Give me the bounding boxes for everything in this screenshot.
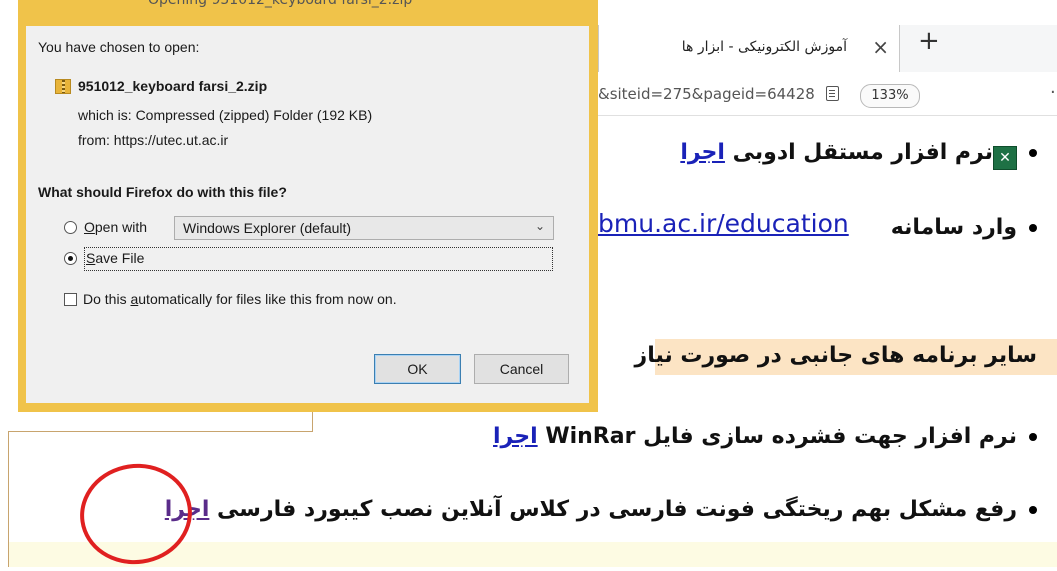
line2-text: وارد سامانه — [890, 215, 1017, 240]
bullet-icon — [1029, 224, 1037, 232]
open-with-select[interactable]: Windows Explorer (default) ⌄ — [174, 216, 554, 240]
app-icon: ✕ — [993, 146, 1017, 170]
divider — [8, 431, 313, 432]
browser-tab[interactable]: آموزش الکترونیکی - ابزار ها × — [598, 25, 900, 72]
open-with-radio[interactable] — [64, 221, 77, 234]
save-file-label[interactable]: Save File — [86, 250, 144, 266]
line3-text: نرم افزار جهت فشرده سازی فایل WinRar — [545, 424, 1017, 449]
zoom-level-badge[interactable]: 133% — [860, 84, 920, 108]
file-source: from: https://utec.ut.ac.ir — [78, 132, 229, 148]
content-line-keyboard: رفع مشکل بهم ریختگی فونت فارسی در کلاس آ… — [165, 497, 1037, 522]
line1-text: نرم افزار مستقل ادوبی — [732, 140, 993, 165]
tab-title: آموزش الکترونیکی - ابزار ها — [681, 39, 847, 55]
bullet-icon — [1029, 433, 1037, 441]
bullet-icon — [1029, 149, 1037, 157]
close-tab-icon[interactable]: × — [872, 35, 889, 59]
education-link[interactable]: bmu.ac.ir/education — [598, 209, 849, 238]
divider — [312, 412, 313, 432]
open-with-label-rest: pen with — [94, 219, 148, 235]
save-file-radio[interactable] — [64, 252, 77, 265]
chosen-label: You have chosen to open: — [38, 39, 200, 55]
bullet-icon — [1029, 506, 1037, 514]
save-file-label-rest: ave File — [95, 250, 145, 266]
content-line-adobe: ✕نرم افزار مستقل ادوبی اجرا — [680, 140, 1037, 170]
save-file-focus-ring — [84, 247, 553, 271]
new-tab-icon[interactable]: + — [918, 26, 940, 56]
more-menu-icon[interactable]: · — [1050, 82, 1056, 103]
auto-label[interactable]: Do this automatically for files like thi… — [83, 291, 397, 307]
open-with-value: Windows Explorer (default) — [183, 220, 352, 236]
line4-text: رفع مشکل بهم ریختگی فونت فارسی در کلاس آ… — [217, 497, 1017, 522]
content-line-winrar: نرم افزار جهت فشرده سازی فایل WinRar اجر… — [493, 424, 1037, 449]
file-name: 951012_keyboard farsi_2.zip — [78, 78, 268, 94]
address-bar-url[interactable]: &siteid=275&pageid=64428 — [598, 85, 815, 103]
dialog-question: What should Firefox do with this file? — [38, 184, 287, 200]
reader-view-icon[interactable] — [826, 86, 839, 101]
zip-folder-icon — [55, 79, 71, 94]
content-line-portal: وارد سامانه — [891, 215, 1037, 240]
ok-button[interactable]: OK — [374, 354, 461, 384]
adobe-run-link[interactable]: اجرا — [680, 140, 725, 165]
open-with-label[interactable]: Open with — [84, 219, 147, 235]
cancel-button[interactable]: Cancel — [474, 354, 569, 384]
section-heading: سایر برنامه های جانبی در صورت نیاز — [634, 343, 1037, 368]
winrar-run-link[interactable]: اجرا — [493, 424, 538, 449]
chevron-down-icon: ⌄ — [534, 219, 545, 233]
file-type: which is: Compressed (zipped) Folder (19… — [78, 107, 373, 123]
download-dialog: You have chosen to open: 951012_keyboard… — [26, 26, 589, 403]
auto-checkbox[interactable] — [64, 293, 77, 306]
dialog-caption: Opening 951012_keyboard farsi_2.zip — [148, 0, 413, 8]
